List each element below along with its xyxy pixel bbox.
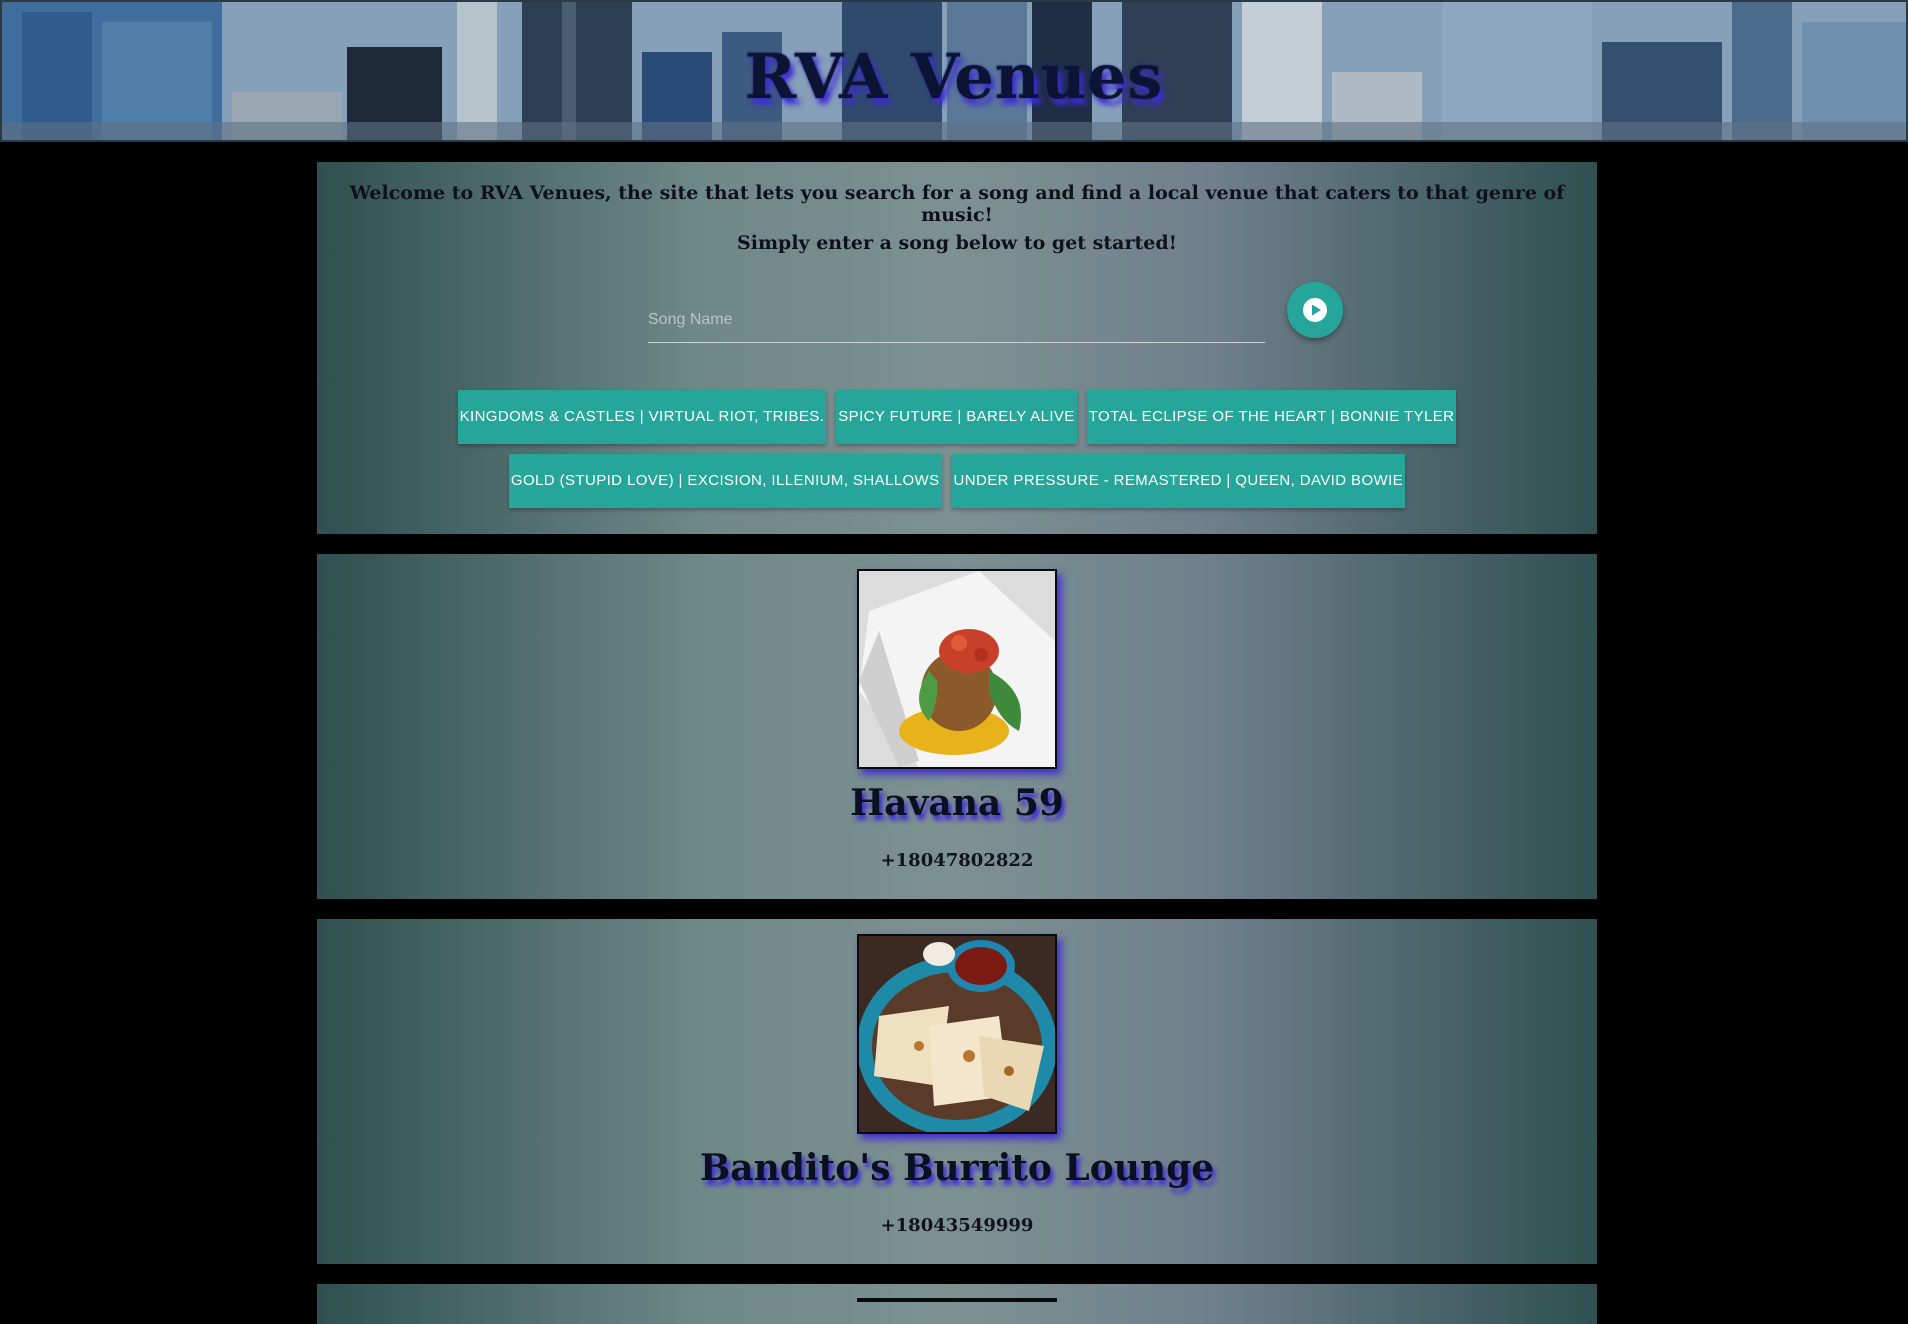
suggestion-chip[interactable]: TOTAL ECLIPSE OF THE HEART | BONNIE TYLE… [1086,390,1457,444]
quesadilla-photo [859,936,1055,1132]
venue-name: Bandito's Burrito Lounge [699,1147,1215,1189]
venue-photo-edge [857,1298,1057,1302]
instructions-text: Simply enter a song below to get started… [737,232,1177,254]
site-title: RVA Venues [744,40,1164,113]
suggestion-row: GOLD (STUPID LOVE) | EXCISION, ILLENIUM,… [317,454,1597,508]
search-button[interactable] [1287,282,1343,338]
venue-phone: +18043549999 [880,1215,1034,1236]
suggestion-chip[interactable]: UNDER PRESSURE - REMASTERED | QUEEN, DAV… [951,454,1406,508]
plated-dish-photo [859,571,1055,767]
suggestion-row: KINGDOMS & CASTLES | VIRTUAL RIOT, TRIBE… [317,390,1597,444]
welcome-text: Welcome to RVA Venues, the site that let… [349,182,1565,226]
search-panel: Welcome to RVA Venues, the site that let… [317,162,1597,534]
suggestion-chip[interactable]: SPICY FUTURE | BARELY ALIVE [836,390,1077,444]
venue-card: Bandito's Burrito Lounge +18043549999 [317,919,1597,1264]
header-banner: RVA Venues [0,0,1908,142]
venue-card: Havana 59 +18047802822 [317,554,1597,899]
suggestion-chip[interactable]: KINGDOMS & CASTLES | VIRTUAL RIOT, TRIBE… [457,390,827,444]
song-name-input[interactable] [648,298,1265,343]
venue-phone: +18047802822 [880,850,1034,871]
venue-photo [857,569,1057,769]
venue-name: Havana 59 [850,782,1064,824]
venue-card [317,1284,1597,1324]
play-circle-icon [1303,298,1327,322]
venue-photo [857,934,1057,1134]
suggestion-chip[interactable]: GOLD (STUPID LOVE) | EXCISION, ILLENIUM,… [508,454,942,508]
